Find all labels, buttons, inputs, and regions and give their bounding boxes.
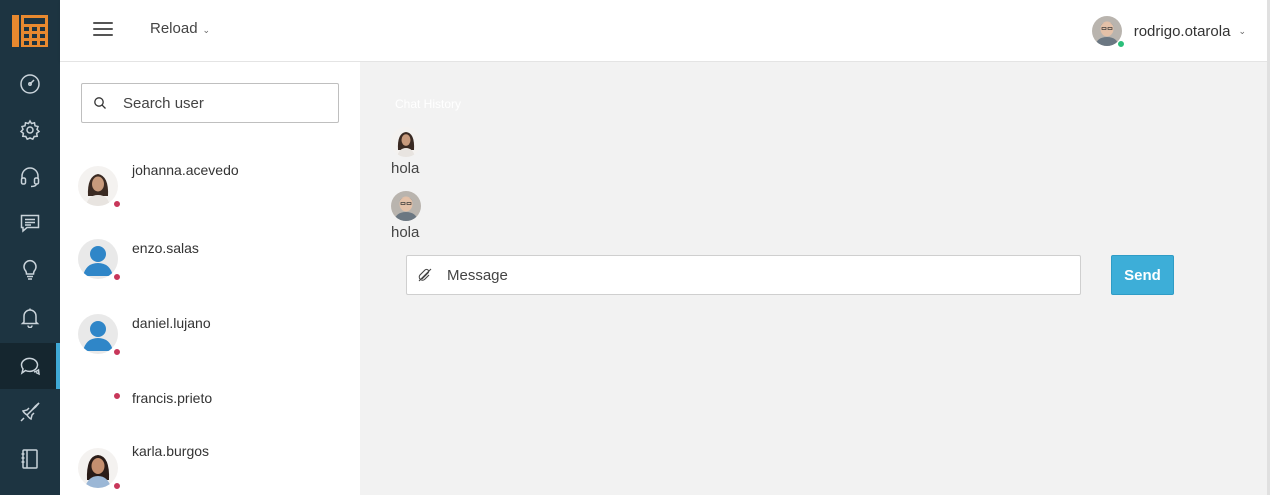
user-name: francis.prieto — [132, 390, 213, 406]
user-menu[interactable]: rodrigo.otarola ⌄ — [1091, 15, 1246, 48]
user-list-item[interactable]: daniel.lujano — [60, 303, 360, 363]
chat-history-title: Chat History — [395, 97, 462, 111]
menu-toggle-button[interactable] — [93, 19, 113, 39]
offline-status-dot — [113, 482, 121, 490]
offline-status-dot — [113, 348, 121, 356]
user-list-item[interactable]: enzo.salas — [60, 228, 360, 288]
default-user-icon — [78, 239, 118, 279]
message-avatar — [391, 191, 421, 221]
user-name: johanna.acevedo — [132, 162, 239, 178]
user-avatar — [78, 166, 121, 208]
hamburger-line — [93, 28, 113, 30]
bell-icon — [20, 308, 40, 328]
user-avatar — [78, 448, 121, 490]
default-user-icon — [78, 314, 118, 354]
nav-settings[interactable] — [0, 107, 60, 153]
chat-panel: Chat History hola hola Message Send — [360, 62, 1270, 495]
search-box[interactable] — [81, 83, 339, 123]
message-avatar — [391, 127, 421, 157]
rocket-icon — [20, 402, 40, 422]
online-status-dot — [1116, 40, 1125, 48]
message-text: hola — [391, 160, 420, 177]
nav-notifications[interactable] — [0, 294, 60, 340]
chevron-down-icon: ⌄ — [1238, 25, 1246, 36]
nav-messages[interactable] — [0, 200, 60, 246]
user-name: enzo.salas — [132, 240, 199, 256]
user-avatar — [78, 314, 121, 356]
dashboard-icon — [20, 74, 40, 94]
sidebar-nav — [0, 0, 60, 495]
lightbulb-icon — [23, 260, 37, 280]
user-photo-icon — [78, 448, 118, 488]
user-name: karla.burgos — [132, 443, 210, 459]
user-photo-icon — [391, 191, 421, 221]
nav-launch[interactable] — [0, 389, 60, 435]
calculator-logo-icon — [12, 15, 48, 47]
user-photo-icon — [78, 166, 118, 206]
nav-support[interactable] — [0, 154, 60, 200]
search-icon — [94, 97, 106, 109]
user-list-item[interactable]: karla.burgos — [60, 436, 360, 495]
chat-message: hola — [391, 191, 421, 241]
chevron-down-icon: ⌄ — [202, 25, 211, 35]
message-text: hola — [391, 224, 420, 241]
chat-bubbles-icon — [20, 357, 40, 376]
reload-label: Reload — [150, 20, 198, 37]
nav-ideas[interactable] — [0, 247, 60, 293]
send-button[interactable]: Send — [1111, 255, 1174, 295]
hamburger-line — [93, 22, 113, 24]
no-attachment-icon — [418, 268, 432, 282]
user-avatar — [78, 239, 121, 281]
offline-status-dot — [113, 200, 121, 208]
nav-dashboard[interactable] — [0, 61, 60, 107]
user-avatar — [78, 378, 121, 418]
app-logo[interactable] — [0, 0, 60, 62]
search-input[interactable] — [123, 94, 323, 112]
user-name: daniel.lujano — [132, 315, 211, 331]
message-composer[interactable] — [406, 255, 1081, 295]
user-list-panel: johanna.acevedo enzo.salas — [60, 62, 360, 495]
current-user-name: rodrigo.otarola — [1133, 22, 1231, 40]
user-list-item[interactable]: johanna.acevedo — [60, 150, 360, 210]
top-bar: Reload ⌄ rodrigo.otarola ⌄ — [60, 0, 1270, 62]
gear-icon — [19, 119, 41, 141]
headset-icon — [20, 167, 40, 188]
message-icon — [20, 214, 40, 233]
offline-status-dot — [113, 392, 121, 400]
hamburger-line — [93, 34, 113, 36]
offline-status-dot — [113, 273, 121, 281]
user-photo-icon — [391, 127, 421, 157]
message-input[interactable] — [447, 266, 1047, 284]
nav-chat[interactable] — [0, 343, 60, 389]
notebook-icon — [21, 449, 38, 469]
chat-message: hola — [391, 127, 421, 177]
reload-dropdown[interactable]: Reload ⌄ — [150, 20, 210, 37]
nav-notebook[interactable] — [0, 436, 60, 482]
user-list-item[interactable]: francis.prieto — [60, 378, 360, 428]
current-user-avatar — [1091, 16, 1125, 48]
